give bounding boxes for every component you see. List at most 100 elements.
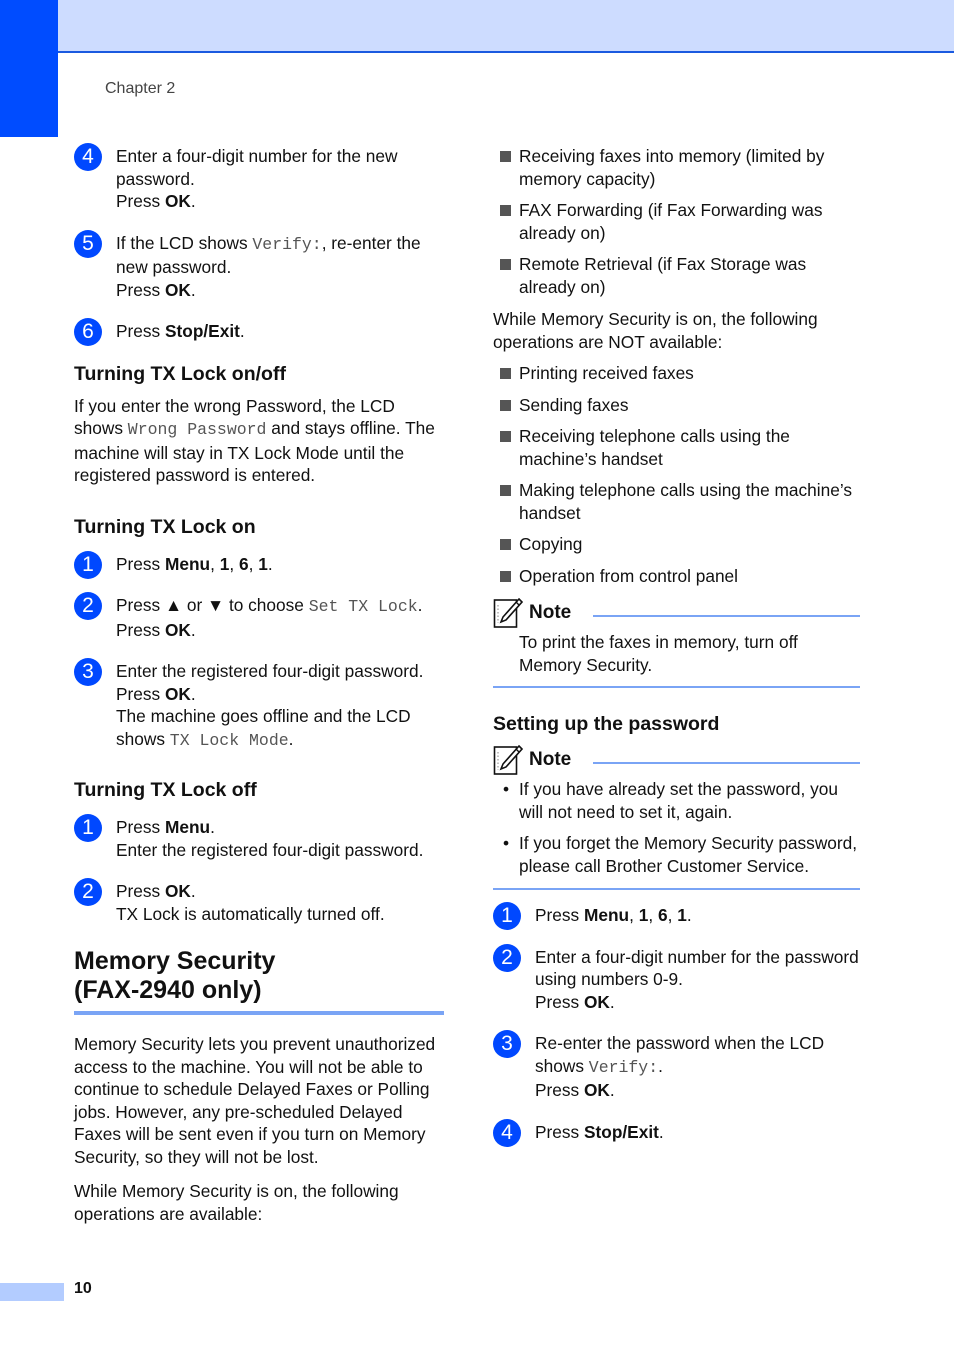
steps-off: 1 Press Menu. Enter the registered four-di… xyxy=(74,814,444,925)
text-run: Press xyxy=(116,553,165,574)
square-bullet-icon xyxy=(500,485,511,496)
text-run: . xyxy=(210,817,215,837)
section-title-off: Turning TX Lock off xyxy=(74,779,257,801)
text-run: Enter a four-digit number for the new pa… xyxy=(116,146,398,189)
note-title: Note xyxy=(529,749,572,770)
text-run: . xyxy=(267,553,273,574)
list-item-text: Receiving faxes into memory (limited by … xyxy=(519,146,825,189)
text-run: Enter a four-digit number for the passwo… xyxy=(535,946,859,990)
step-item: 6 Press Stop/Exit. xyxy=(74,318,444,346)
key-name: Menu xyxy=(164,553,211,574)
note-bullet-item: • If you forget the Memory Security passw… xyxy=(493,832,860,877)
step-line: Re-enter the password when the LCD shows… xyxy=(535,1032,860,1079)
step-line: Press Menu. xyxy=(116,816,444,839)
steps-top: 4 Enter a four-digit number for the new p… xyxy=(74,143,444,346)
text-run: Press xyxy=(116,321,165,341)
square-bullet-icon xyxy=(500,399,511,411)
text-run: , xyxy=(210,553,220,574)
heading-line-2: (FAX-2940 only) xyxy=(74,976,262,1004)
not-available-list: Printing received faxes Sending faxes Rece… xyxy=(493,362,860,587)
step-line: Enter a four-digit number for the new pa… xyxy=(116,145,444,190)
lcd-text: Verify: xyxy=(252,234,322,254)
text-run: . xyxy=(190,191,196,211)
key-name: 6 xyxy=(657,905,668,925)
setup-password-title: Setting up the password xyxy=(493,713,720,735)
steps-setup: 1 Press Menu, 1, 6, 1. 2 Enter a four-digit… xyxy=(493,902,860,1147)
square-bullet-icon xyxy=(500,570,511,582)
note-top-rule xyxy=(593,762,860,764)
steps-on: 1 Press Menu, 1, 6, 1. 2 Press ▲ or ▼ to ch… xyxy=(74,550,444,753)
text-run: Press xyxy=(535,1080,584,1100)
text-run: Press xyxy=(535,1121,584,1142)
right-column: Receiving faxes into memory (limited by … xyxy=(493,145,860,1162)
step-number-icon: 5 xyxy=(74,229,102,258)
step-number-icon: 1 xyxy=(493,902,521,930)
step-number-icon: 2 xyxy=(74,592,102,620)
square-bullet-icon xyxy=(500,539,511,550)
text-run: . xyxy=(609,1080,615,1100)
step-line: Press ▲ or ▼ to choose Set TX Lock. xyxy=(116,594,444,619)
key-name: 1 xyxy=(638,905,649,925)
note-pencil-icon xyxy=(493,597,524,629)
step-line: Press OK. xyxy=(535,991,860,1014)
note-bullet-text: If you forget the Memory Security passwo… xyxy=(519,833,858,876)
step-line: Press OK. xyxy=(116,880,444,903)
page-number: 10 xyxy=(74,1280,92,1297)
lcd-text: TX Lock Mode xyxy=(169,730,289,750)
key-name: 1 xyxy=(219,553,230,574)
text-run: Press xyxy=(116,817,165,837)
text-run: Press xyxy=(535,991,584,1012)
text-run: If the LCD shows xyxy=(116,232,253,253)
footer-tab xyxy=(0,1283,64,1301)
step-line: The machine goes offline and the LCD sho… xyxy=(116,705,444,752)
text-run: . xyxy=(658,1055,663,1076)
memory-security-paragraph-2: While Memory Security is on, the followi… xyxy=(74,1181,399,1224)
step-item: 4 Enter a four-digit number for the new p… xyxy=(74,143,444,213)
step-item: 1 Press Menu. Enter the registered four-di… xyxy=(74,814,444,861)
section-title-onoff: Turning TX Lock on/off xyxy=(74,362,286,385)
heading-line-1: Memory Security xyxy=(74,947,276,975)
text-run: , xyxy=(648,905,658,925)
chapter-label: Chapter 2 xyxy=(105,80,176,97)
note-bullet-text: If you have already set the password, yo… xyxy=(519,779,838,822)
text-run: . xyxy=(658,1121,664,1142)
text-run: Re-enter the password when the LCD shows xyxy=(535,1033,825,1076)
step-line: Press OK. xyxy=(116,190,444,213)
key-name: OK xyxy=(164,619,191,640)
key-name: OK xyxy=(164,683,191,704)
key-name: Menu xyxy=(164,817,211,837)
list-item-text: Remote Retrieval (if Fax Storage was alr… xyxy=(519,254,807,297)
list-item: Printing received faxes xyxy=(493,362,860,385)
section-title-on: Turning TX Lock on xyxy=(74,515,256,538)
square-bullet-icon xyxy=(500,431,511,442)
step-number-icon: 2 xyxy=(74,878,102,906)
list-item: Receiving telephone calls using the mach… xyxy=(493,425,860,470)
text-run: Press ▲ or ▼ to choose xyxy=(116,595,309,615)
list-item-text: Printing received faxes xyxy=(519,363,694,383)
key-name: OK xyxy=(164,881,191,901)
text-run: , xyxy=(248,553,259,574)
text-run: . xyxy=(288,728,294,749)
note-bottom-rule xyxy=(493,686,860,688)
heading-rule xyxy=(74,1011,444,1015)
step-item: 4 Press Stop/Exit. xyxy=(493,1118,860,1147)
text-run: Enter the registered four-digit password… xyxy=(116,661,424,681)
note-bullet-list: • If you have already set the password, y… xyxy=(493,776,860,888)
text-run: , xyxy=(229,553,239,574)
not-available-intro: While Memory Security is on, the followi… xyxy=(493,309,818,352)
step-line: Press Menu, 1, 6, 1. xyxy=(535,904,860,927)
list-item: Receiving faxes into memory (limited by … xyxy=(493,145,860,190)
list-item-text: Making telephone calls using the machine… xyxy=(519,480,853,523)
list-item: Remote Retrieval (if Fax Storage was alr… xyxy=(493,253,860,298)
step-line: Press OK. xyxy=(535,1079,860,1102)
step-line: Press OK. xyxy=(116,279,444,302)
step-item: 2 Press ▲ or ▼ to choose Set TX Lock. Pres… xyxy=(74,592,444,641)
lcd-text: Wrong Password xyxy=(127,420,267,439)
text-run: , xyxy=(629,905,639,925)
key-name: OK xyxy=(164,191,191,211)
step-number-icon: 1 xyxy=(74,550,102,579)
text-run: , xyxy=(667,905,678,925)
dot-bullet-icon: • xyxy=(503,779,510,799)
square-bullet-icon xyxy=(500,259,511,270)
step-number-icon: 3 xyxy=(74,658,102,686)
